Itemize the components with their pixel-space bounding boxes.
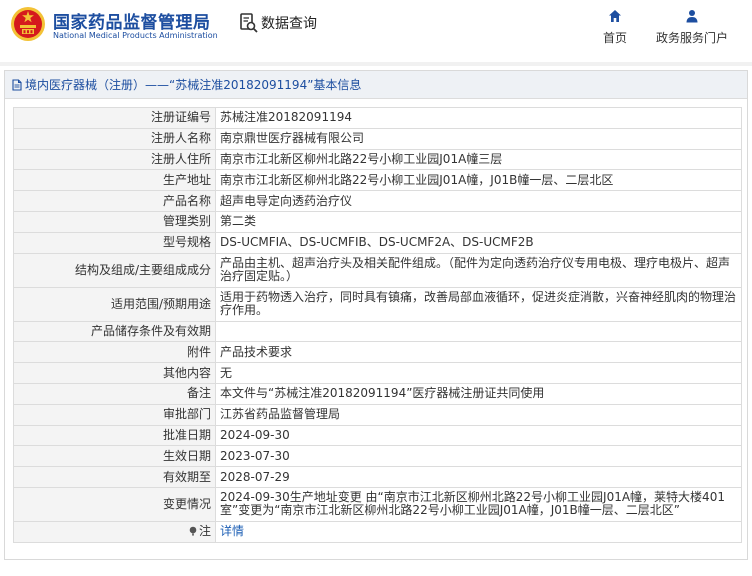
field-label: 生产地址	[13, 169, 216, 192]
brand-subtitle: National Medical Products Administration	[53, 31, 218, 40]
field-label: 管理类别	[13, 210, 216, 233]
field-label: 其他内容	[13, 362, 216, 384]
details-link[interactable]: 详情	[220, 524, 244, 538]
table-row: 型号规格 DS-UCMFⅠA、DS-UCMFⅠB、DS-UCMF2A、DS-UCM…	[13, 231, 742, 254]
field-label: 附件	[13, 341, 216, 364]
field-label: 结构及组成/主要组成成分	[13, 252, 216, 288]
field-label: 产品储存条件及有效期	[13, 320, 216, 343]
document-search-icon	[240, 13, 258, 33]
detail-panel: 境内医疗器械（注册）——“苏械注准20182091194”基本信息 注册证编号苏…	[4, 70, 748, 560]
panel-header: 境内医疗器械（注册）——“苏械注准20182091194”基本信息	[5, 71, 747, 99]
field-value: 本文件与“苏械注准20182091194”医疗器械注册证共同使用	[215, 382, 742, 405]
table-row: 注册人住所 南京市江北新区柳州北路22号小柳工业园J01A幢三层	[13, 148, 742, 171]
field-value: 2024-09-30生产地址变更 由“南京市江北新区柳州北路22号小柳工业园J0…	[215, 486, 742, 522]
table-row: 变更情况 2024-09-30生产地址变更 由“南京市江北新区柳州北路22号小柳工…	[13, 486, 742, 522]
field-label: 有效期至	[13, 466, 216, 488]
field-value: 南京市江北新区柳州北路22号小柳工业园J01A幢，J01B幢一层、二层北区	[215, 169, 742, 192]
table-row: 产品名称 超声电导定向透药治疗仪	[13, 190, 742, 212]
table-row: 批准日期 2024-09-30	[13, 424, 742, 447]
nav-home[interactable]: 首页	[603, 9, 627, 46]
nav-services[interactable]: 政务服务门户	[655, 9, 729, 46]
field-label: 备注	[13, 382, 216, 405]
nav-home-label: 首页	[603, 31, 628, 45]
user-icon	[686, 10, 698, 23]
field-value: 苏械注准20182091194	[215, 107, 742, 129]
note-label: 注	[13, 520, 216, 543]
field-label: 适用范围/预期用途	[13, 286, 216, 322]
field-value: 产品技术要求	[215, 341, 742, 364]
note-value: 详情	[215, 520, 742, 543]
field-value: 2023-07-30	[215, 445, 742, 468]
field-label: 审批部门	[13, 403, 216, 426]
home-icon	[609, 10, 621, 22]
table-row: 生产地址 南京市江北新区柳州北路22号小柳工业园J01A幢，J01B幢一层、二层北…	[13, 169, 742, 192]
field-value: 2028-07-29	[215, 466, 742, 488]
info-icon	[189, 527, 197, 536]
field-label: 变更情况	[13, 486, 216, 522]
panel-title: 境内医疗器械（注册）——“苏械注准20182091194”基本信息	[25, 78, 362, 92]
nav-services-label: 政务服务门户	[655, 31, 728, 45]
field-value: 南京鼎世医疗器械有限公司	[215, 127, 742, 150]
table-row: 适用范围/预期用途 适用于药物透入治疗，同时具有镇痛，改善局部血液循环，促进炎症消…	[13, 286, 742, 322]
table-row: 生效日期 2023-07-30	[13, 445, 742, 468]
field-label: 注册人住所	[13, 148, 216, 171]
table-row: 结构及组成/主要组成成分 产品由主机、超声治疗头及相关配件组成。（配件为定向透药治…	[13, 252, 742, 288]
field-label: 型号规格	[13, 231, 216, 254]
field-value: DS-UCMFⅠA、DS-UCMFⅠB、DS-UCMF2A、DS-UCMF2B	[215, 231, 742, 254]
field-value: 2024-09-30	[215, 424, 742, 447]
header-divider	[0, 62, 752, 66]
site-header: 国家药品监督管理局 National Medical Products Admi…	[0, 0, 752, 62]
field-value	[215, 320, 742, 343]
field-value: 南京市江北新区柳州北路22号小柳工业园J01A幢三层	[215, 148, 742, 171]
registration-info-table: 注册证编号 苏械注准20182091194 注册人名称 南京鼎世医疗器械有限公司 注…	[13, 107, 742, 543]
table-row: 管理类别 第二类	[13, 210, 742, 233]
note-label-text: 注	[198, 524, 211, 539]
brand-title: 国家药品监督管理局	[53, 13, 211, 33]
field-label: 批准日期	[13, 424, 216, 447]
field-value: 产品由主机、超声治疗头及相关配件组成。（配件为定向透药治疗仪专用电极、理疗电极片…	[215, 252, 742, 288]
table-row: 产品储存条件及有效期	[13, 320, 742, 343]
field-value: 无	[215, 362, 742, 384]
table-row: 审批部门 江苏省药品监督管理局	[13, 403, 742, 426]
field-label: 生效日期	[13, 445, 216, 468]
national-emblem-icon	[11, 7, 45, 41]
field-value: 第二类	[215, 210, 742, 233]
table-row: 注册人名称 南京鼎世医疗器械有限公司	[13, 127, 742, 150]
document-icon	[12, 78, 22, 91]
field-label: 产品名称	[13, 190, 216, 212]
data-query-link[interactable]: 数据查询	[239, 12, 317, 34]
table-row: 其他内容无	[13, 362, 742, 384]
table-row: 注册证编号 苏械注准20182091194	[13, 107, 742, 129]
field-label: 注册证编号	[13, 107, 216, 129]
field-value: 超声电导定向透药治疗仪	[215, 190, 742, 212]
table-row: 注 详情	[13, 520, 742, 543]
table-row: 有效期至 2028-07-29	[13, 466, 742, 488]
field-label: 注册人名称	[13, 127, 216, 150]
field-value: 适用于药物透入治疗，同时具有镇痛，改善局部血液循环，促进炎症消散，兴奋神经肌肉的…	[215, 286, 742, 322]
table-row: 备注 本文件与“苏械注准20182091194”医疗器械注册证共同使用	[13, 382, 742, 405]
field-value: 江苏省药品监督管理局	[215, 403, 742, 426]
data-query-label: 数据查询	[261, 16, 317, 32]
table-row: 附件 产品技术要求	[13, 341, 742, 364]
